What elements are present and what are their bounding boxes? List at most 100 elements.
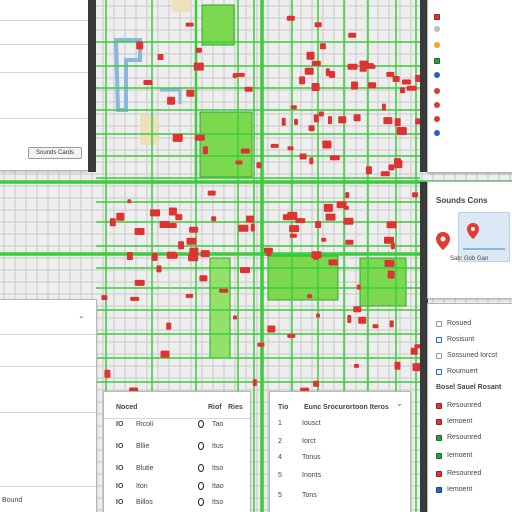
poi-marker [319,43,326,50]
red-square-icon [434,14,440,20]
mini-map[interactable] [458,212,510,262]
table-row[interactable]: IO Ricoli Tao [116,420,246,428]
info-footer: Sab: Gob Gan [450,256,489,262]
legend-item[interactable] [434,102,446,108]
poi-marker [345,192,350,199]
poi-marker [383,117,393,125]
poi-marker [394,160,403,169]
table-row[interactable]: IO Billos Itso [116,498,246,506]
table-row[interactable]: IO Iton Itao [116,482,246,490]
row-name: Billos [136,498,153,506]
green-square-icon [434,58,440,64]
poi-marker [306,51,315,60]
list-item[interactable]: 1 Iousct [278,420,321,427]
list-item[interactable]: Rosued [436,320,471,327]
poi-marker [361,63,368,69]
park-label [270,264,292,284]
list-item[interactable]: Resounred [436,434,481,441]
sand-area [172,0,190,12]
square-outline-icon [436,320,442,327]
list-item[interactable]: Iemoent [436,486,472,493]
poi-marker [232,73,237,79]
item-label: Rosued [447,320,472,327]
list-item[interactable]: 2 Iorct [278,438,316,445]
divider [104,418,250,419]
list-item[interactable]: Roumuert [436,368,478,375]
poi-marker [307,294,313,299]
top-left-panel: Sounds Cards [0,0,88,170]
poi-marker [389,320,394,328]
sounds-cards-button[interactable]: Sounds Cards [28,147,82,159]
panel-edge [420,300,428,512]
green-square-icon [436,434,442,441]
poi-marker [353,114,361,122]
table-row[interactable]: IO Bllie Itus [116,442,246,450]
item-label: Resounred [447,402,482,409]
poi-marker [166,251,177,259]
panel-edge [420,182,428,300]
poi-marker [314,22,322,28]
legend-item[interactable] [434,130,446,136]
list-item[interactable]: Sossuned Iorcst [436,352,497,359]
legend-item[interactable] [434,14,445,20]
legend-item[interactable] [434,88,446,94]
poi-marker [384,259,395,267]
divider [0,72,88,73]
row-label: Tonus [302,454,321,461]
poi-marker [356,284,361,290]
poi-marker [388,164,395,171]
bottom-right-panel: Rosued Rosisunt Sossuned Iorcst Roumuert… [428,304,512,512]
row-code: IO [116,464,124,472]
legend-item[interactable] [434,26,446,32]
poi-marker [351,81,358,90]
chevron-up-icon[interactable]: ⌃ [78,316,85,324]
table-row[interactable]: IO Blutie Itso [116,464,246,472]
poi-marker [299,76,306,85]
list-item[interactable]: 4 Tonus [278,454,321,461]
poi-marker [354,363,359,368]
legend-item[interactable] [434,58,445,64]
poi-marker [175,214,183,221]
poi-marker [235,160,243,165]
poi-marker [233,315,237,320]
col-header: Tio [278,404,289,411]
blue-square-icon [436,486,442,493]
poi-marker [150,209,160,217]
row-code: IO [116,482,124,490]
poi-marker [386,221,397,229]
poi-marker [367,63,374,69]
list-item[interactable]: Iemoent [436,418,472,425]
panel-title: Sounds Cons [436,196,488,205]
park-label [204,140,248,150]
list-item[interactable]: Iemoent [436,452,472,459]
poi-marker [211,216,217,222]
poi-marker [372,324,379,329]
list-item[interactable]: 5 Inonts [278,472,321,479]
status-dot-icon [198,464,204,472]
legend-item[interactable] [434,72,446,78]
poi-marker [313,114,319,123]
list-item[interactable]: Resounred [436,402,481,409]
poi-marker [394,361,401,370]
poi-marker [134,228,145,235]
divider [0,20,88,21]
park-label [204,124,248,134]
item-label: Iemoent [447,486,473,493]
poi-marker [294,118,298,125]
square-blue-outline-icon [436,368,442,375]
poi-marker [200,250,210,258]
legend-item[interactable] [434,42,446,48]
chevron-down-icon[interactable]: ⌄ [396,400,403,408]
list-item[interactable]: 5 Tons [278,492,317,499]
list-item[interactable]: Rosisunt [436,336,474,343]
legend-item[interactable] [434,116,446,122]
poi-marker [381,103,386,111]
poi-marker [392,76,400,82]
list-item[interactable]: Bound [2,497,22,504]
poi-marker [400,87,405,94]
row-code: IO [116,442,124,450]
row-name: Iton [136,482,148,490]
poi-marker [365,166,372,175]
list-item[interactable]: Resounred [436,470,481,477]
poi-marker [116,212,125,221]
